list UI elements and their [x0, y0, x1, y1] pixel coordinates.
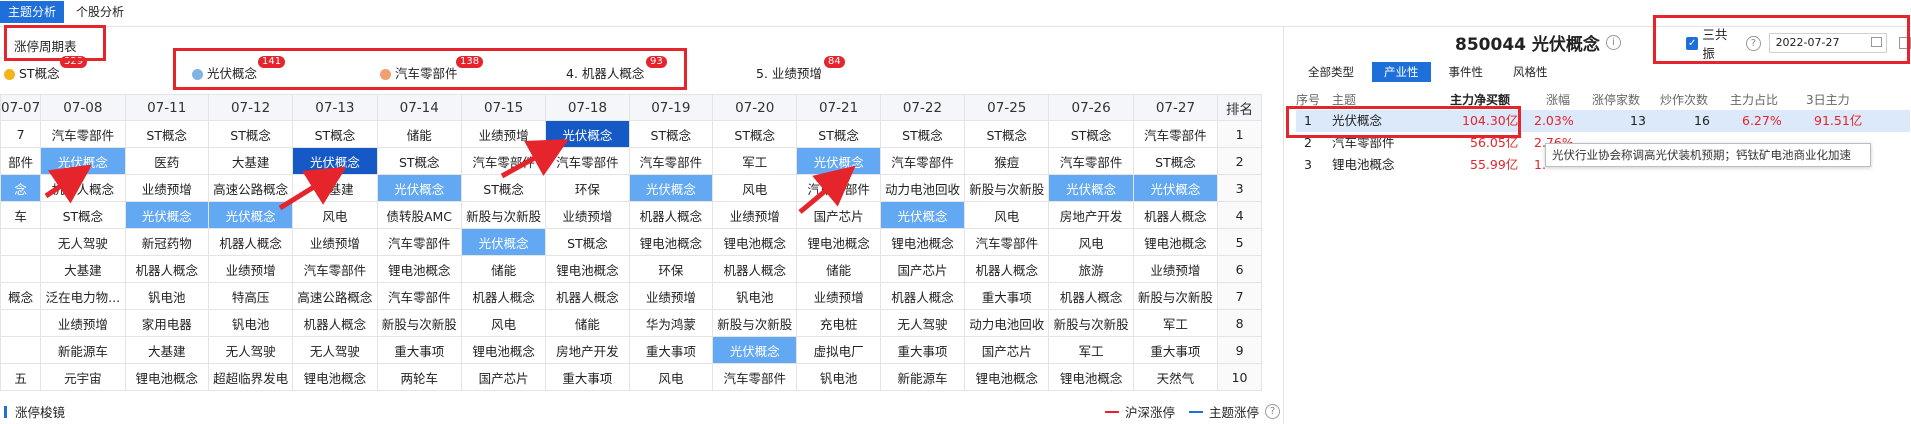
annotation-arrow [798, 165, 856, 214]
annotation-arrow [44, 164, 93, 204]
annotation-arrows [44, 139, 856, 214]
annotation-arrow [500, 139, 569, 179]
annotation-arrow [278, 166, 347, 211]
